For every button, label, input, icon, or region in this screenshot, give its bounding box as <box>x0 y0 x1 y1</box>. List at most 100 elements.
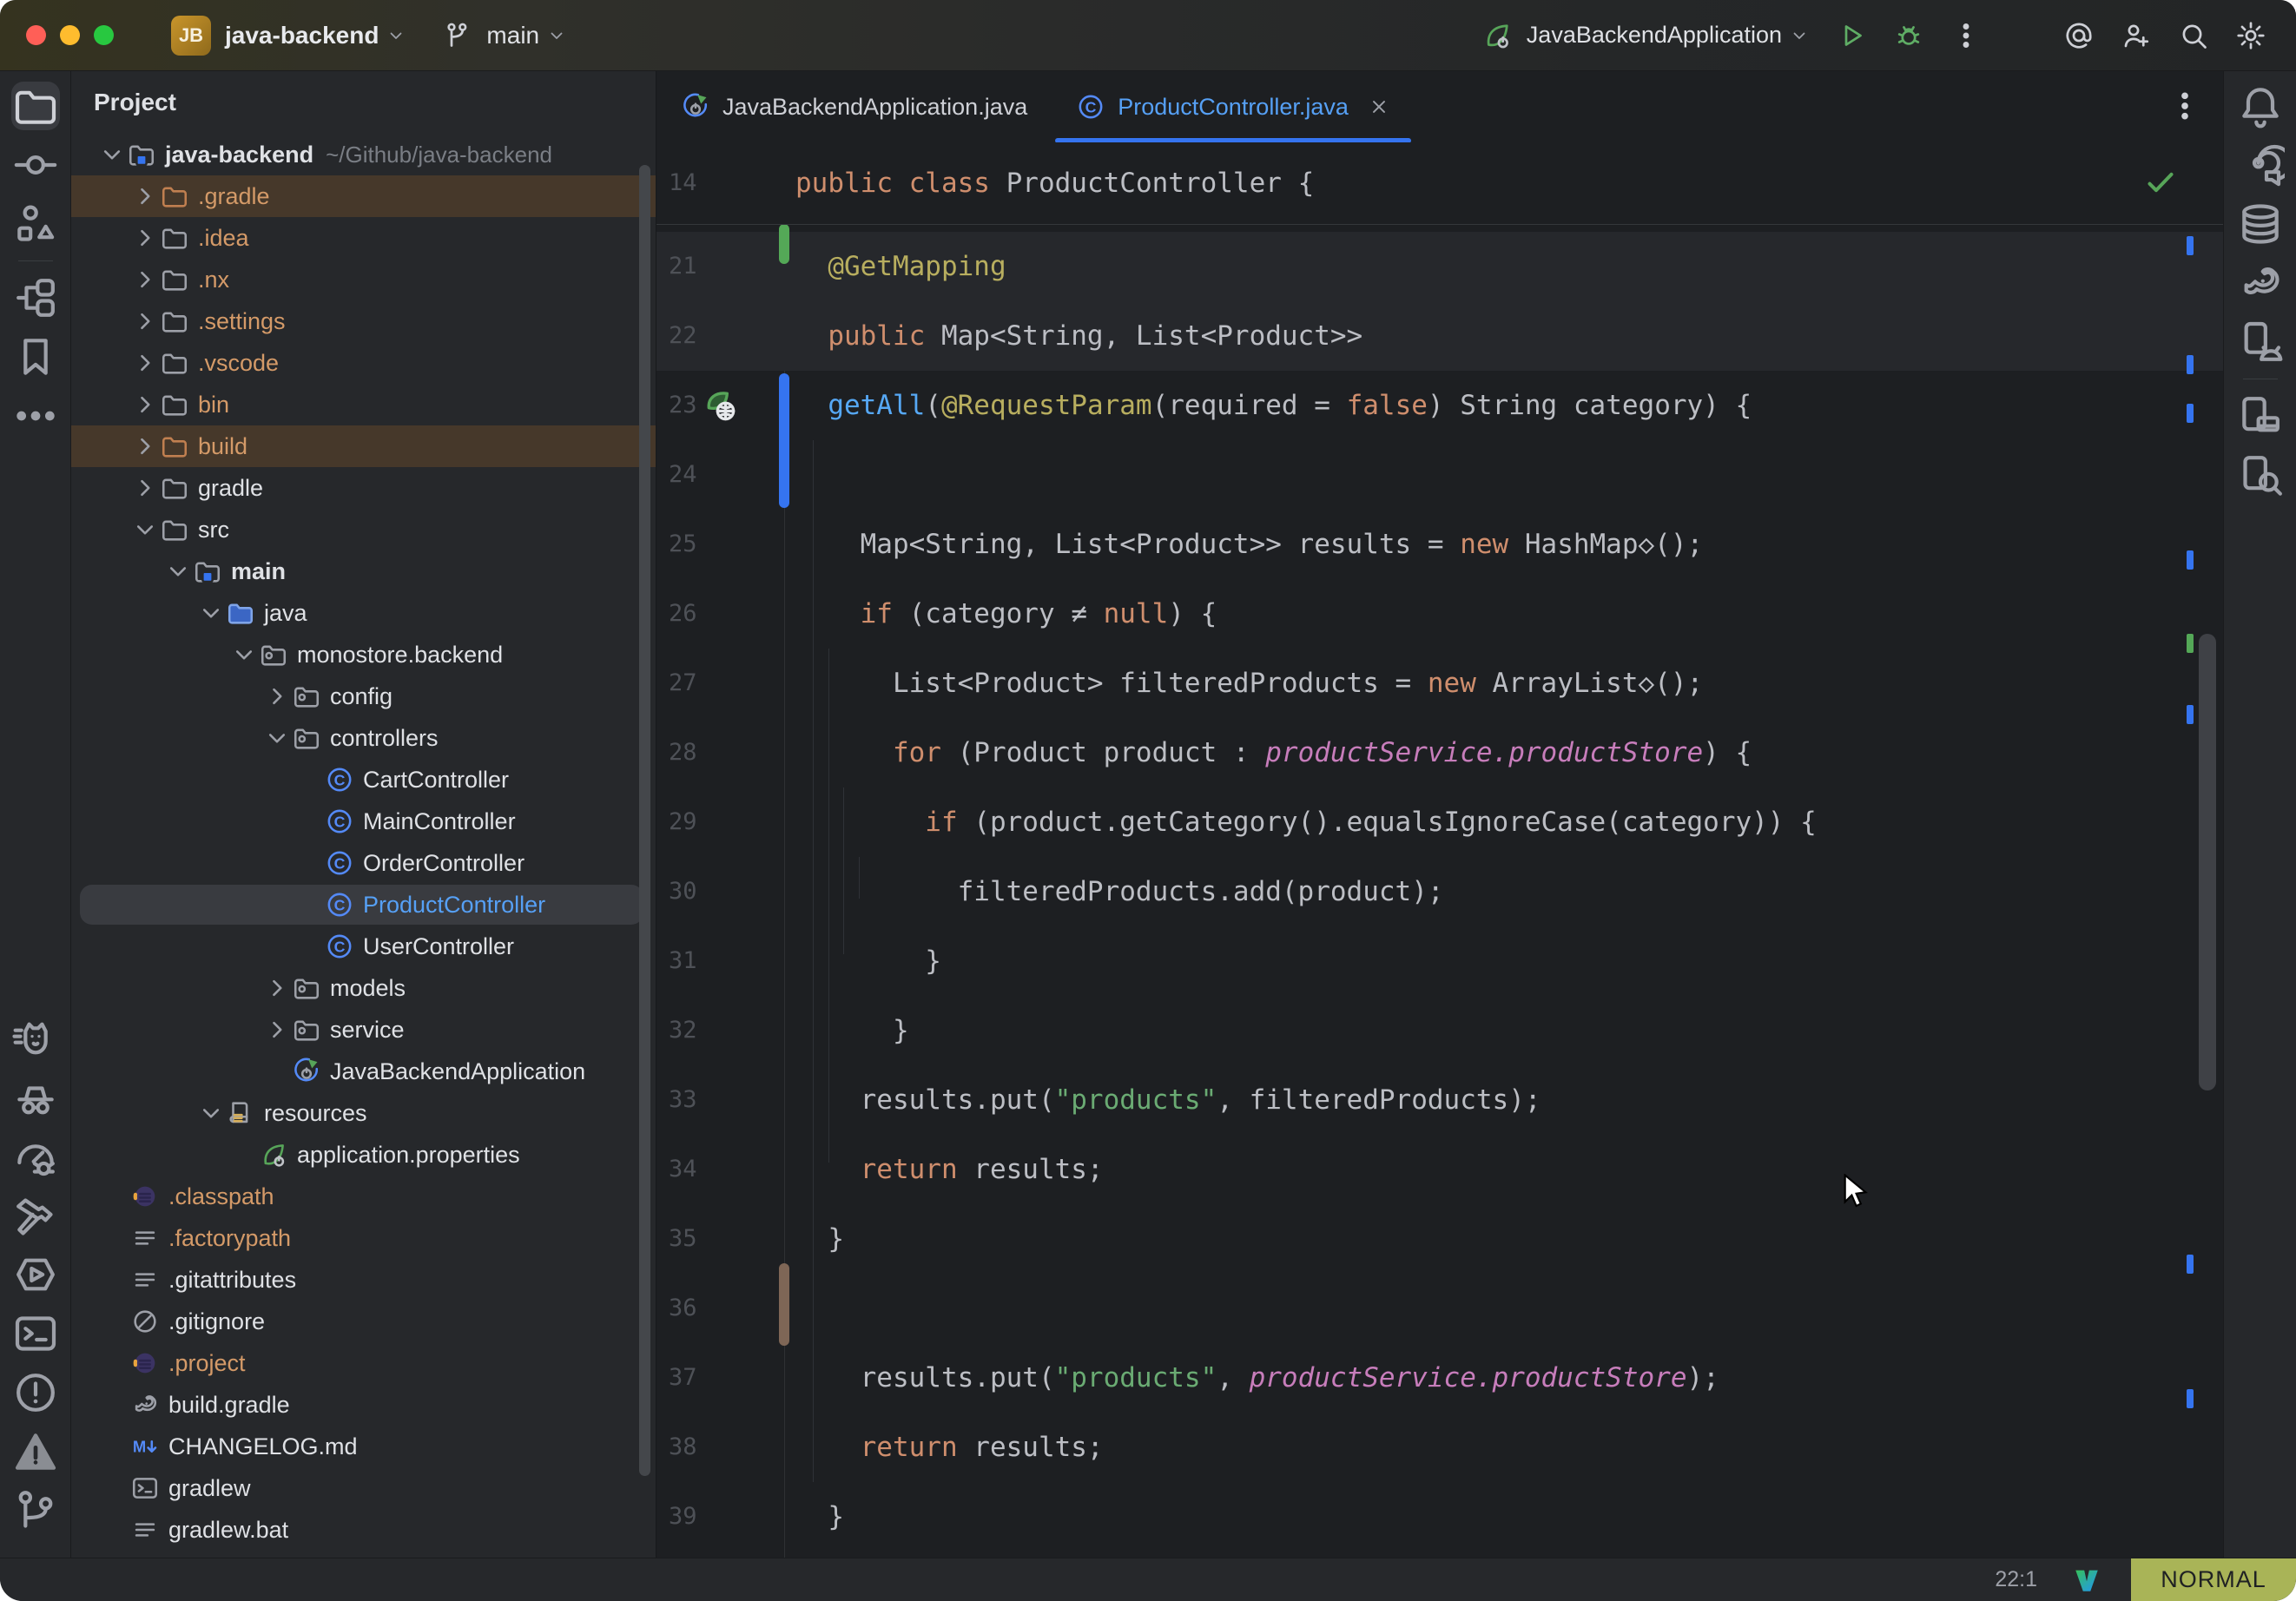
tree-item-gradlew-bat[interactable]: gradlew.bat <box>71 1509 656 1551</box>
run-configuration[interactable]: JavaBackendApplication <box>1527 22 1782 49</box>
chevron-down-icon[interactable] <box>196 598 226 628</box>
tree-item-main[interactable]: main <box>71 550 656 592</box>
project-panel-header[interactable]: Project <box>71 71 656 134</box>
chevron-right-icon[interactable] <box>130 473 160 503</box>
device-manager-tool-button[interactable] <box>2236 392 2285 440</box>
hierarchy-tool-button[interactable] <box>11 273 60 322</box>
tree-item--settings[interactable]: .settings <box>71 300 656 342</box>
debug-button[interactable] <box>1893 20 1924 51</box>
tree-item-resources[interactable]: resources <box>71 1092 656 1134</box>
chevron-right-icon[interactable] <box>130 306 160 336</box>
vcs-change-marker[interactable] <box>779 1263 789 1346</box>
tree-item--idea[interactable]: .idea <box>71 217 656 259</box>
device-explorer-tool-button[interactable] <box>2236 451 2285 499</box>
minimize-button[interactable] <box>60 25 80 45</box>
code-line-33[interactable]: 33results.put("products", filteredProduc… <box>656 1065 2223 1135</box>
tree-item-gradle[interactable]: gradle <box>71 467 656 509</box>
vim-mode-badge[interactable]: NORMAL <box>2131 1558 2296 1601</box>
caret-position[interactable]: 22:1 <box>1995 1567 2037 1592</box>
search-everywhere-button[interactable] <box>2178 20 2209 51</box>
code-line-30[interactable]: 30filteredProducts.add(product); <box>656 857 2223 926</box>
tree-item--vscode[interactable]: .vscode <box>71 342 656 384</box>
settings-button[interactable] <box>2235 20 2266 51</box>
error-stripe-mark[interactable] <box>2187 236 2194 255</box>
structure-tool-button[interactable] <box>11 200 60 248</box>
tree-item--gitignore[interactable]: .gitignore <box>71 1301 656 1342</box>
code-line-37[interactable]: 37results.put("products", productService… <box>656 1343 2223 1413</box>
project-tree-scrollbar[interactable] <box>639 165 650 1476</box>
editor-scrollbar[interactable] <box>2199 634 2216 1090</box>
ideavim-icon[interactable] <box>2072 1565 2101 1595</box>
code-line-31[interactable]: 31} <box>656 926 2223 996</box>
run-button[interactable] <box>1836 20 1867 51</box>
chevron-right-icon[interactable] <box>130 348 160 378</box>
chevron-right-icon[interactable] <box>130 390 160 419</box>
chevron-right-icon[interactable] <box>130 181 160 211</box>
tree-item-monostore-backend[interactable]: monostore.backend <box>71 634 656 675</box>
chevron-right-icon[interactable] <box>130 265 160 294</box>
problems-tool-button[interactable] <box>11 1368 60 1417</box>
more-tools-button[interactable] <box>11 392 60 440</box>
chevron-down-icon[interactable] <box>97 140 127 169</box>
branch-name[interactable]: main <box>486 22 539 49</box>
vcs-change-marker[interactable] <box>779 224 789 264</box>
chevron-down-icon[interactable] <box>229 640 259 669</box>
tab-productcontroller-java[interactable]: CProductController.java <box>1052 71 1415 142</box>
error-stripe-mark[interactable] <box>2187 404 2194 423</box>
error-stripe-mark[interactable] <box>2187 550 2194 570</box>
code-with-me-icon[interactable] <box>2121 20 2152 51</box>
tree-item--gradle[interactable]: .gradle <box>71 175 656 217</box>
tree-item-usercontroller[interactable]: CUserController <box>71 926 656 967</box>
chevron-right-icon[interactable] <box>262 973 292 1003</box>
tree-item-changelog-md[interactable]: MCHANGELOG.md <box>71 1426 656 1467</box>
profiler-tool-button[interactable] <box>11 1132 60 1181</box>
code-line-21[interactable]: 21@GetMapping <box>656 232 2223 301</box>
close-icon[interactable] <box>1368 96 1390 118</box>
warnings-tool-button[interactable] <box>11 1427 60 1476</box>
project-name[interactable]: java-backend <box>225 22 379 49</box>
tree-item-controllers[interactable]: controllers <box>71 717 656 759</box>
code-line-35[interactable]: 35} <box>656 1204 2223 1274</box>
error-stripe-mark[interactable] <box>2187 634 2194 653</box>
chevron-down-icon[interactable] <box>163 557 193 586</box>
code-line-23[interactable]: 23getAll(@RequestParam(required = false)… <box>656 371 2223 440</box>
tab-javabackendapplication-java[interactable]: JavaBackendApplication.java <box>656 71 1052 142</box>
chevron-right-icon[interactable] <box>130 223 160 253</box>
more-run-options-button[interactable] <box>1950 20 1982 51</box>
build-tool-button[interactable] <box>11 1191 60 1240</box>
chevron-down-icon[interactable] <box>262 723 292 753</box>
tree-item-java-backend[interactable]: java-backend~/Github/java-backend <box>71 134 656 175</box>
inspections-ok-icon[interactable] <box>2143 165 2178 200</box>
gradle-tool-button[interactable] <box>2236 259 2285 307</box>
code-line-29[interactable]: 29if (product.getCategory().equalsIgnore… <box>656 787 2223 857</box>
tree-item-build[interactable]: build <box>71 425 656 467</box>
tree-item--factorypath[interactable]: .factorypath <box>71 1217 656 1259</box>
running-devices-tool-button[interactable] <box>2236 318 2285 366</box>
zoom-button[interactable] <box>94 25 114 45</box>
tree-item-ordercontroller[interactable]: COrderController <box>71 842 656 884</box>
tree-item-build-gradle[interactable]: build.gradle <box>71 1384 656 1426</box>
code-line-24[interactable]: 24 <box>656 440 2223 510</box>
tree-item-bin[interactable]: bin <box>71 384 656 425</box>
code-line-36[interactable]: 36 <box>656 1274 2223 1343</box>
tree-item-config[interactable]: config <box>71 675 656 717</box>
bookmarks-tool-button[interactable] <box>11 333 60 381</box>
vcs-change-marker[interactable] <box>779 373 789 508</box>
code-line-27[interactable]: 27List<Product> filteredProducts = new A… <box>656 649 2223 718</box>
error-stripe-mark[interactable] <box>2187 355 2194 374</box>
chevron-down-icon[interactable] <box>130 515 160 544</box>
services-tool-button[interactable] <box>11 1250 60 1299</box>
chevron-right-icon[interactable] <box>262 1015 292 1044</box>
private-tool-button[interactable] <box>11 1073 60 1122</box>
tree-item-gradlew[interactable]: gradlew <box>71 1467 656 1509</box>
close-button[interactable] <box>26 25 46 45</box>
tab-options-icon[interactable] <box>2167 89 2202 123</box>
tree-item-javabackendapplication[interactable]: JavaBackendApplication <box>71 1051 656 1092</box>
code-editor[interactable]: 21@GetMapping22public Map<String, List<P… <box>656 224 2223 1558</box>
endpoint-icon[interactable] <box>702 386 740 425</box>
code-line-32[interactable]: 32} <box>656 996 2223 1065</box>
chevron-right-icon[interactable] <box>262 682 292 711</box>
tree-item-productcontroller[interactable]: CProductController <box>71 884 656 926</box>
tree-item-java[interactable]: java <box>71 592 656 634</box>
tree-item--classpath[interactable]: .classpath <box>71 1176 656 1217</box>
